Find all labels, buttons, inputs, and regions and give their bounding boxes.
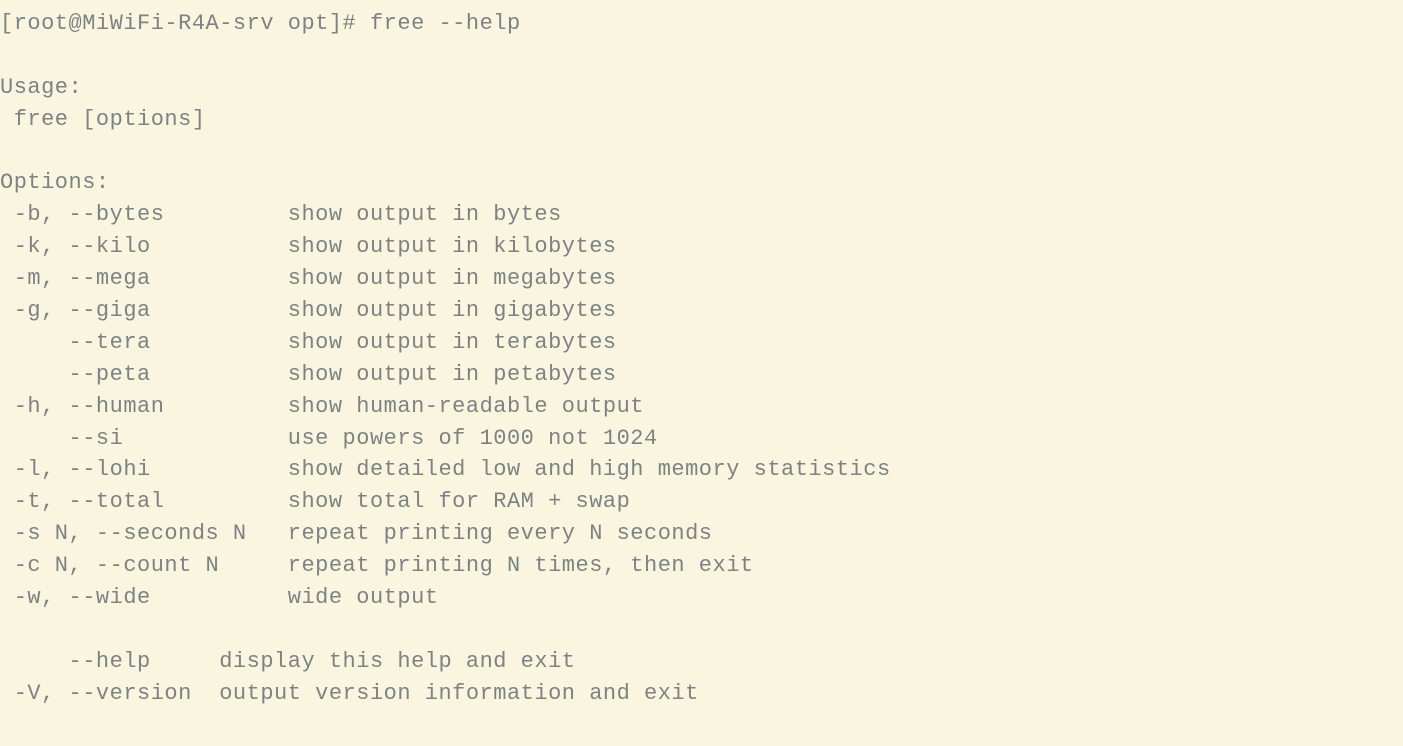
prompt-line[interactable]: [root@MiWiFi-R4A-srv opt]# free --help xyxy=(0,11,521,36)
option-total: -t, --total show total for RAM + swap xyxy=(0,489,630,514)
option-mega: -m, --mega show output in megabytes xyxy=(0,266,617,291)
option-peta: --peta show output in petabytes xyxy=(0,362,617,387)
option-wide: -w, --wide wide output xyxy=(0,585,438,610)
command-input: free --help xyxy=(370,11,521,36)
options-header: Options: xyxy=(0,170,110,195)
option-si: --si use powers of 1000 not 1024 xyxy=(0,426,658,451)
usage-header: Usage: xyxy=(0,75,82,100)
usage-line: free [options] xyxy=(0,107,206,132)
option-bytes: -b, --bytes show output in bytes xyxy=(0,202,562,227)
option-version: -V, --version output version information… xyxy=(0,681,699,706)
option-tera: --tera show output in terabytes xyxy=(0,330,617,355)
option-giga: -g, --giga show output in gigabytes xyxy=(0,298,617,323)
shell-prompt: [root@MiWiFi-R4A-srv opt]# xyxy=(0,11,370,36)
option-seconds: -s N, --seconds N repeat printing every … xyxy=(0,521,713,546)
terminal-output: [root@MiWiFi-R4A-srv opt]# free --help U… xyxy=(0,8,1403,710)
option-count: -c N, --count N repeat printing N times,… xyxy=(0,553,754,578)
option-help: --help display this help and exit xyxy=(0,649,576,674)
option-lohi: -l, --lohi show detailed low and high me… xyxy=(0,457,891,482)
option-human: -h, --human show human-readable output xyxy=(0,394,644,419)
option-kilo: -k, --kilo show output in kilobytes xyxy=(0,234,617,259)
